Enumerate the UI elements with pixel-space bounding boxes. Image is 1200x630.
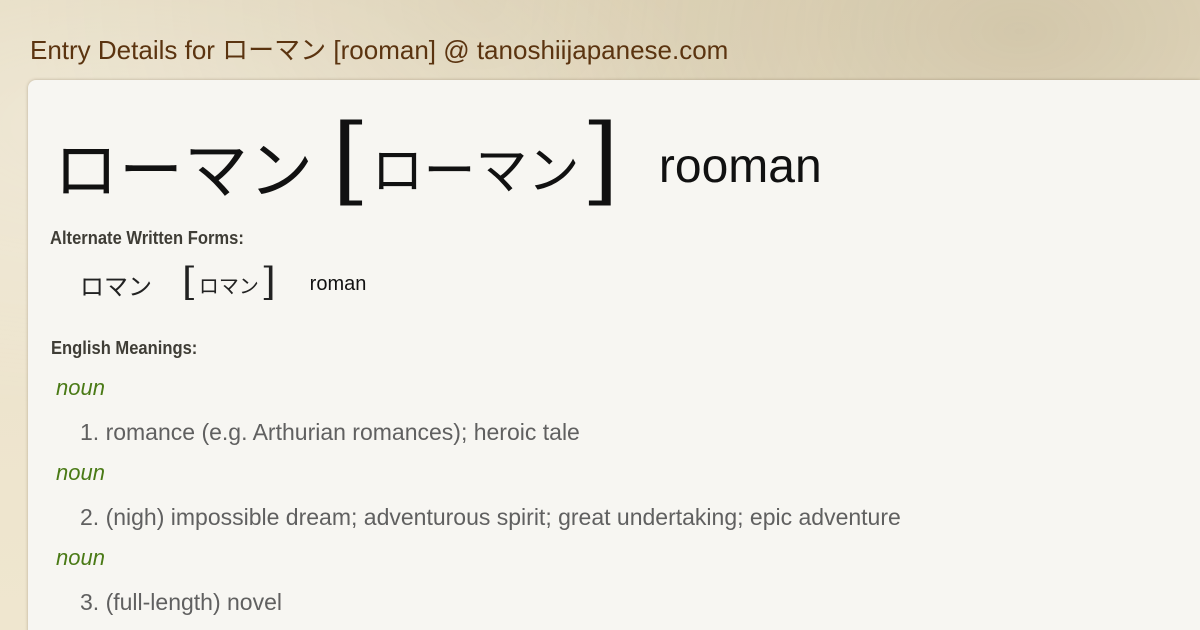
part-of-speech: noun [56,460,105,485]
reading-bracket-close: ] [581,104,619,216]
headword-kana: ローマン [54,135,314,209]
alternate-form: ロマン [ ロマン ] roman [80,260,367,304]
part-of-speech: noun [56,375,105,400]
headword-romaji: rooman [658,139,822,193]
alternate-form-romaji: roman [309,272,367,295]
alternate-form-kana: ロマン [80,272,152,301]
alternate-forms-label: Alternate Written Forms: [50,228,244,248]
part-of-speech: noun [56,545,105,570]
alternate-form-reading: ロマン [198,273,259,298]
entry-card: ローマン [ ローマン ] rooman Alternate Written F… [28,80,1200,630]
meaning-item: 3. (full-length) novel [80,589,282,615]
meaning-item: 2. (nigh) impossible dream; adventurous … [80,504,901,530]
english-meanings-label: English Meanings: [51,338,198,358]
meaning-item: 1. romance (e.g. Arthurian romances); he… [80,419,580,445]
page-title: Entry Details for ローマン [rooman] @ tanosh… [30,35,729,65]
reading-bracket-open: [ [332,104,370,216]
alternate-bracket-close: ] [260,260,276,304]
alternate-bracket-open: [ [182,260,197,304]
headword: ローマン [ ローマン ] rooman [54,112,822,214]
headword-reading: ローマン [371,141,580,202]
